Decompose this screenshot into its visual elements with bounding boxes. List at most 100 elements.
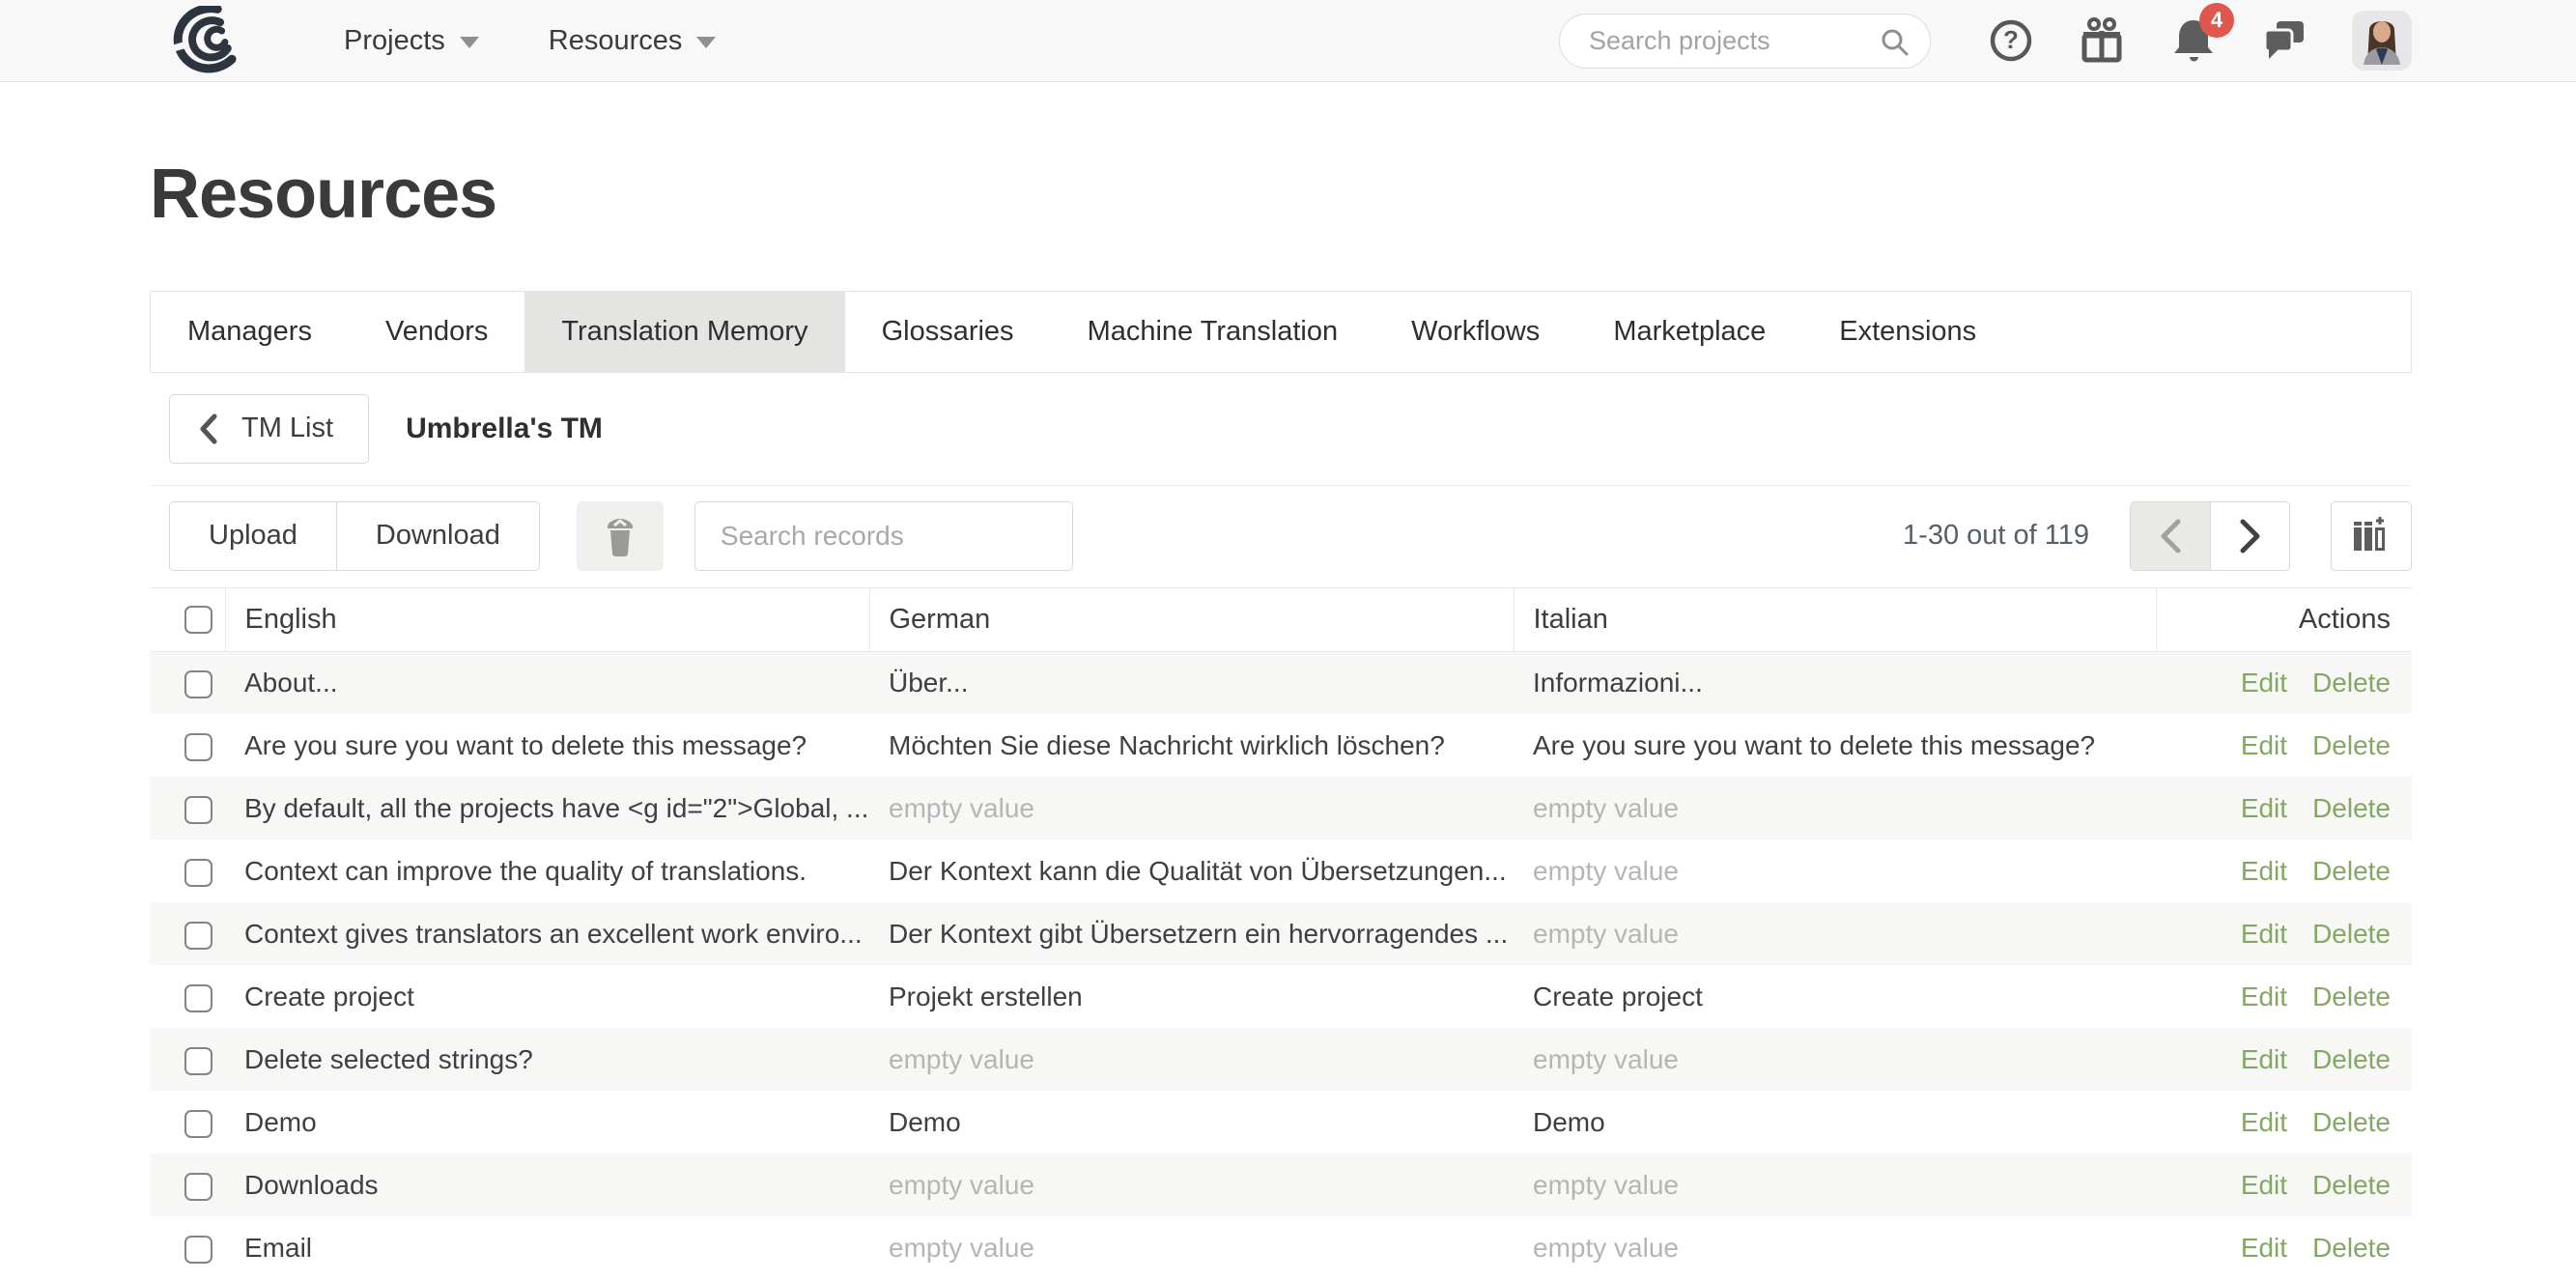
row-checkbox[interactable] — [184, 670, 212, 698]
back-button-label: TM List — [241, 413, 333, 444]
nav-projects[interactable]: Projects — [344, 25, 479, 57]
delete-link[interactable]: Delete — [2312, 982, 2391, 1011]
nav-projects-label: Projects — [344, 25, 445, 57]
download-button[interactable]: Download — [336, 502, 539, 570]
tab-marketplace[interactable]: Marketplace — [1576, 292, 1802, 372]
edit-link[interactable]: Edit — [2241, 730, 2287, 760]
edit-link[interactable]: Edit — [2241, 668, 2287, 697]
upload-download-group: Upload Download — [169, 501, 540, 571]
german-cell: Demo — [889, 1107, 961, 1137]
italian-cell: empty value — [1533, 1170, 1679, 1200]
topbar: Projects Resources ? — [0, 0, 2576, 82]
prev-page-button[interactable] — [2131, 502, 2210, 570]
italian-cell: Are you sure you want to delete this mes… — [1533, 730, 2095, 760]
tab-translation-memory[interactable]: Translation Memory — [524, 292, 844, 372]
app-logo[interactable] — [153, 6, 245, 75]
row-checkbox[interactable] — [184, 1110, 212, 1138]
manage-columns-button[interactable] — [2331, 501, 2412, 571]
delete-selected-button[interactable] — [577, 501, 664, 571]
row-checkbox[interactable] — [184, 859, 212, 887]
help-button[interactable]: ? — [1989, 18, 2033, 63]
column-header-italian: Italian — [1514, 587, 2156, 651]
row-checkbox[interactable] — [184, 1047, 212, 1075]
chevron-right-icon — [2238, 518, 2263, 555]
delete-link[interactable]: Delete — [2312, 793, 2391, 823]
delete-link[interactable]: Delete — [2312, 919, 2391, 949]
select-all-checkbox[interactable] — [184, 606, 212, 634]
german-cell: empty value — [889, 1233, 1034, 1263]
english-cell: Context gives translators an excellent w… — [244, 919, 863, 949]
search-projects-input[interactable] — [1587, 25, 1872, 57]
delete-link[interactable]: Delete — [2312, 1107, 2391, 1137]
help-icon: ? — [1989, 18, 2033, 63]
table-row: Downloads empty value empty value Edit Delet… — [150, 1153, 2412, 1216]
logo-icon — [153, 6, 245, 75]
english-cell: Create project — [244, 982, 414, 1011]
delete-link[interactable]: Delete — [2312, 856, 2391, 886]
chevron-down-icon — [696, 37, 716, 48]
messages-button[interactable] — [2261, 18, 2307, 63]
row-checkbox[interactable] — [184, 984, 212, 1012]
app-screen: Projects Resources ? — [0, 0, 2576, 1281]
project-search — [1559, 14, 1931, 69]
tm-name: Umbrella's TM — [406, 413, 603, 445]
italian-cell: Demo — [1533, 1107, 1605, 1137]
italian-cell: Create project — [1533, 982, 1703, 1011]
english-cell: About... — [244, 668, 338, 697]
notifications-button[interactable]: 4 — [2170, 16, 2217, 65]
german-cell: Projekt erstellen — [889, 982, 1083, 1011]
english-cell: Delete selected strings? — [244, 1044, 533, 1074]
column-header-actions: Actions — [2156, 587, 2412, 651]
edit-link[interactable]: Edit — [2241, 919, 2287, 949]
delete-link[interactable]: Delete — [2312, 668, 2391, 697]
german-cell: Der Kontext kann die Qualität von Überse… — [889, 856, 1507, 886]
edit-link[interactable]: Edit — [2241, 793, 2287, 823]
chat-icon — [2261, 18, 2307, 63]
avatar[interactable] — [2352, 11, 2412, 71]
row-checkbox[interactable] — [184, 1236, 212, 1264]
table-row: Emailempty valueempty valueEditDelete — [150, 1216, 2412, 1279]
tab-managers[interactable]: Managers — [151, 292, 349, 372]
tab-glossaries[interactable]: Glossaries — [845, 292, 1051, 372]
italian-cell: empty value — [1533, 1233, 1679, 1263]
tab-vendors[interactable]: Vendors — [349, 292, 524, 372]
german-cell: empty value — [889, 793, 1034, 823]
english-cell: Demo — [244, 1107, 317, 1137]
edit-link[interactable]: Edit — [2241, 1170, 2287, 1200]
tab-extensions[interactable]: Extensions — [1802, 292, 2013, 372]
row-checkbox[interactable] — [184, 922, 212, 950]
english-cell: Downloads — [244, 1170, 379, 1200]
upload-button[interactable]: Upload — [170, 502, 336, 570]
italian-cell: empty value — [1533, 793, 1679, 823]
next-page-button[interactable] — [2210, 502, 2289, 570]
main-nav: Projects Resources — [274, 25, 716, 57]
tab-bar: ManagersVendorsTranslation MemoryGlossar… — [150, 291, 2412, 373]
tm-list-back-button[interactable]: TM List — [169, 394, 369, 464]
german-cell: empty value — [889, 1170, 1034, 1200]
gift-button[interactable] — [2078, 16, 2126, 65]
delete-link[interactable]: Delete — [2312, 1170, 2391, 1200]
row-checkbox[interactable] — [184, 1173, 212, 1201]
pagination-info: 1-30 out of 119 — [1903, 520, 2089, 552]
avatar-image — [2352, 11, 2412, 71]
delete-link[interactable]: Delete — [2312, 730, 2391, 760]
edit-link[interactable]: Edit — [2241, 982, 2287, 1011]
tab-machine-translation[interactable]: Machine Translation — [1051, 292, 1375, 372]
tab-workflows[interactable]: Workflows — [1374, 292, 1576, 372]
svg-text:?: ? — [2003, 25, 2019, 54]
table-row: Are you sure you want to delete this mes… — [150, 714, 2412, 777]
edit-link[interactable]: Edit — [2241, 1044, 2287, 1074]
edit-link[interactable]: Edit — [2241, 1107, 2287, 1137]
italian-cell: Informazioni... — [1533, 668, 1703, 697]
edit-link[interactable]: Edit — [2241, 1233, 2287, 1263]
table-row: Context gives translators an excellent w… — [150, 902, 2412, 965]
row-checkbox[interactable] — [184, 733, 212, 761]
edit-link[interactable]: Edit — [2241, 856, 2287, 886]
delete-link[interactable]: Delete — [2312, 1233, 2391, 1263]
delete-link[interactable]: Delete — [2312, 1044, 2391, 1074]
table-header-row: English German Italian Actions — [150, 587, 2412, 651]
nav-resources[interactable]: Resources — [549, 25, 717, 57]
column-header-english: English — [225, 587, 869, 651]
row-checkbox[interactable] — [184, 796, 212, 824]
search-records-input[interactable] — [694, 501, 1073, 571]
